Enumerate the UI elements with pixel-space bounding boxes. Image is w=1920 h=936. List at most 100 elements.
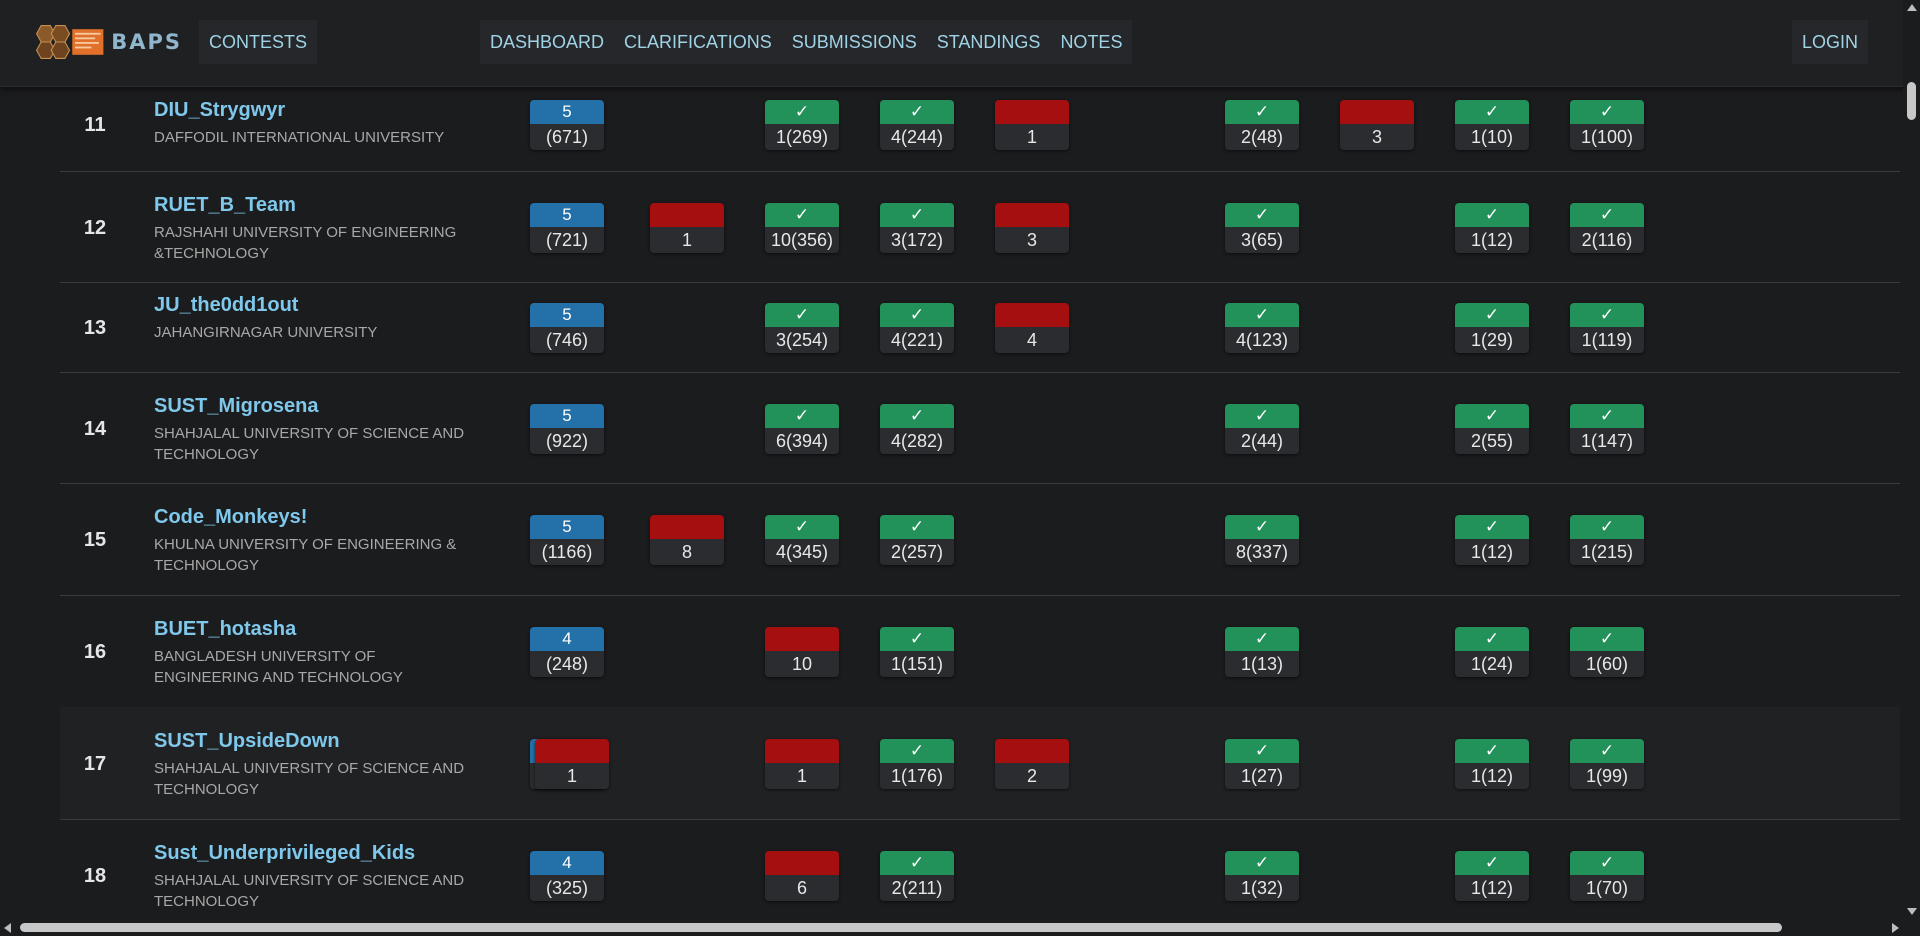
team-name-link[interactable]: BUET_hotasha bbox=[154, 618, 296, 641]
nav-contests[interactable]: CONTESTS bbox=[199, 20, 318, 64]
login-button[interactable]: LOGIN bbox=[1792, 20, 1869, 64]
check-icon: ✓ bbox=[1455, 851, 1529, 875]
score-cell[interactable]: 5 (922) bbox=[530, 404, 604, 454]
team-name-link[interactable]: SUST_UpsideDown bbox=[154, 730, 340, 753]
nav-standings[interactable]: STANDINGS bbox=[927, 20, 1051, 64]
problem-cell-accepted[interactable]: ✓ 3(65) bbox=[1225, 203, 1299, 253]
problem-cell-accepted[interactable]: ✓ 1(27) bbox=[1225, 739, 1299, 789]
problem-cell-accepted[interactable]: ✓ 1(12) bbox=[1455, 739, 1529, 789]
team-name-link[interactable]: RUET_B_Team bbox=[154, 194, 296, 217]
problem-cell-rejected[interactable]: 6 bbox=[765, 851, 839, 901]
problem-cell-rejected[interactable]: 1 bbox=[995, 100, 1069, 150]
solved-count: 4 bbox=[530, 627, 604, 651]
team-university: KHULNA UNIVERSITY OF ENGINEERING & TECHN… bbox=[154, 536, 457, 574]
score-cell[interactable]: 4 (325) bbox=[530, 851, 604, 901]
scroll-right-icon[interactable] bbox=[1892, 923, 1899, 933]
vertical-scrollbar[interactable] bbox=[1903, 0, 1920, 919]
problem-attempts: 8 bbox=[650, 539, 724, 565]
problem-attempts: 1(269) bbox=[765, 124, 839, 150]
team-name-link[interactable]: Code_Monkeys! bbox=[154, 506, 307, 529]
scroll-down-icon[interactable] bbox=[1907, 908, 1917, 915]
problem-attempts: 3(254) bbox=[765, 327, 839, 353]
problem-attempts: 4 bbox=[995, 327, 1069, 353]
problem-cell-accepted[interactable]: ✓ 2(257) bbox=[880, 515, 954, 565]
problem-cell-accepted[interactable]: ✓ 1(12) bbox=[1455, 515, 1529, 565]
check-icon: ✓ bbox=[1570, 627, 1644, 651]
problem-cell-accepted[interactable]: ✓ 1(151) bbox=[880, 627, 954, 677]
nav-dashboard[interactable]: DASHBOARD bbox=[480, 20, 614, 64]
problem-cell-accepted[interactable]: ✓ 1(12) bbox=[1455, 203, 1529, 253]
problem-cell-accepted[interactable]: ✓ 1(10) bbox=[1455, 100, 1529, 150]
problem-cell-accepted[interactable]: ✓ 1(60) bbox=[1570, 627, 1644, 677]
problem-cell-accepted[interactable]: ✓ 2(211) bbox=[880, 851, 954, 901]
score-cell[interactable]: 5 (1166) bbox=[530, 515, 604, 565]
scroll-up-icon[interactable] bbox=[1907, 4, 1917, 11]
problem-cell-accepted[interactable]: ✓ 4(345) bbox=[765, 515, 839, 565]
nav-notes[interactable]: NOTES bbox=[1050, 20, 1132, 64]
problem-cell-accepted[interactable]: ✓ 2(48) bbox=[1225, 100, 1299, 150]
check-icon: ✓ bbox=[765, 203, 839, 227]
problem-cell-accepted[interactable]: ✓ 1(29) bbox=[1455, 303, 1529, 353]
problem-cell-accepted[interactable]: ✓ 1(24) bbox=[1455, 627, 1529, 677]
problem-cell-accepted[interactable]: ✓ 1(99) bbox=[1570, 739, 1644, 789]
problem-cell-accepted[interactable]: ✓ 1(215) bbox=[1570, 515, 1644, 565]
problem-cell-accepted[interactable]: ✓ 2(116) bbox=[1570, 203, 1644, 253]
problem-cell-accepted[interactable]: ✓ 4(221) bbox=[880, 303, 954, 353]
vertical-scroll-thumb[interactable] bbox=[1907, 82, 1916, 120]
problem-cell-accepted[interactable]: ✓ 1(32) bbox=[1225, 851, 1299, 901]
problem-attempts: 4(282) bbox=[880, 428, 954, 454]
problem-cell-rejected[interactable]: 8 bbox=[650, 515, 724, 565]
problem-cell-accepted[interactable]: ✓ 1(12) bbox=[1455, 851, 1529, 901]
nav-submissions[interactable]: SUBMISSIONS bbox=[782, 20, 927, 64]
problem-cell-accepted[interactable]: ✓ 1(269) bbox=[765, 100, 839, 150]
score-cell[interactable]: 4 (248) bbox=[530, 627, 604, 677]
problem-cell-rejected[interactable]: 4 bbox=[995, 303, 1069, 353]
problem-cell-rejected[interactable]: 1 bbox=[650, 203, 724, 253]
logo-hexagons-icon bbox=[35, 24, 104, 60]
problem-cell-rejected[interactable]: 1 bbox=[535, 739, 609, 789]
team-name-link[interactable]: JU_the0dd1out bbox=[154, 294, 298, 317]
problem-cell-accepted[interactable]: ✓ 3(172) bbox=[880, 203, 954, 253]
team-name-link[interactable]: SUST_Migrosena bbox=[154, 395, 318, 418]
problem-cell-rejected[interactable]: 1 bbox=[765, 739, 839, 789]
horizontal-scrollbar[interactable] bbox=[0, 919, 1903, 936]
problem-attempts: 10 bbox=[765, 651, 839, 677]
problem-attempts: 1(32) bbox=[1225, 875, 1299, 901]
baps-logo[interactable]: BAPS bbox=[32, 20, 182, 64]
problem-cell-accepted[interactable]: ✓ 4(244) bbox=[880, 100, 954, 150]
problem-cell-rejected[interactable]: 10 bbox=[765, 627, 839, 677]
problem-cell-accepted[interactable]: ✓ 1(176) bbox=[880, 739, 954, 789]
nav-clarifications[interactable]: CLARIFICATIONS bbox=[614, 20, 782, 64]
scroll-left-icon[interactable] bbox=[4, 923, 11, 933]
problem-cell-accepted[interactable]: ✓ 1(13) bbox=[1225, 627, 1299, 677]
problem-cell-accepted[interactable]: ✓ 2(55) bbox=[1455, 404, 1529, 454]
problem-cell-accepted[interactable]: ✓ 1(70) bbox=[1570, 851, 1644, 901]
problem-attempts: 3(65) bbox=[1225, 227, 1299, 253]
problem-cell-accepted[interactable]: ✓ 1(147) bbox=[1570, 404, 1644, 454]
problem-cell-accepted[interactable]: ✓ 4(282) bbox=[880, 404, 954, 454]
score-cell[interactable]: 5 (746) bbox=[530, 303, 604, 353]
problem-cell-accepted[interactable]: ✓ 1(119) bbox=[1570, 303, 1644, 353]
team-name-link[interactable]: DIU_Strygwyr bbox=[154, 99, 285, 122]
team-name-link[interactable]: Sust_Underprivileged_Kids bbox=[154, 842, 415, 865]
standings-row: 15 Code_Monkeys! KHULNA UNIVERSITY OF ENGI… bbox=[60, 483, 1900, 596]
problem-cell-accepted[interactable]: ✓ 8(337) bbox=[1225, 515, 1299, 565]
horizontal-scroll-thumb[interactable] bbox=[20, 923, 1782, 932]
score-cell[interactable]: 5 (721) bbox=[530, 203, 604, 253]
problem-cell-rejected[interactable]: 2 bbox=[995, 739, 1069, 789]
check-icon: ✓ bbox=[1570, 203, 1644, 227]
rejected-bar bbox=[995, 303, 1069, 327]
problem-cell-accepted[interactable]: ✓ 4(123) bbox=[1225, 303, 1299, 353]
problem-cell-accepted[interactable]: ✓ 10(356) bbox=[765, 203, 839, 253]
problem-attempts: 1(176) bbox=[880, 763, 954, 789]
problem-cell-rejected[interactable]: 3 bbox=[995, 203, 1069, 253]
problem-attempts: 4(244) bbox=[880, 124, 954, 150]
problem-cell-rejected[interactable]: 3 bbox=[1340, 100, 1414, 150]
problem-cell-accepted[interactable]: ✓ 6(394) bbox=[765, 404, 839, 454]
problem-cell-accepted[interactable]: ✓ 2(44) bbox=[1225, 404, 1299, 454]
problem-attempts: 1(29) bbox=[1455, 327, 1529, 353]
score-cell[interactable]: 5 (671) bbox=[530, 100, 604, 150]
check-icon: ✓ bbox=[880, 203, 954, 227]
problem-cell-accepted[interactable]: ✓ 1(100) bbox=[1570, 100, 1644, 150]
problem-cell-accepted[interactable]: ✓ 3(254) bbox=[765, 303, 839, 353]
